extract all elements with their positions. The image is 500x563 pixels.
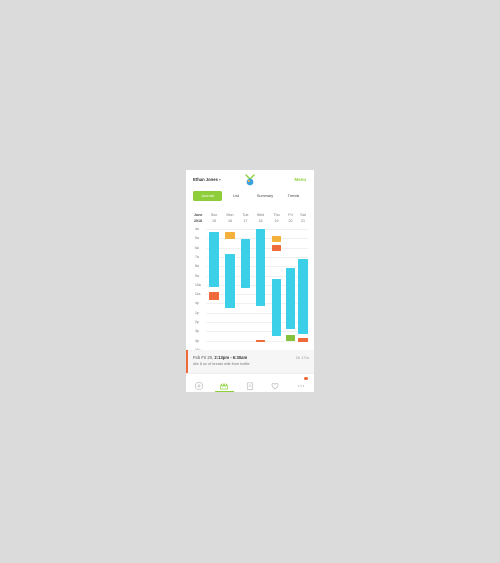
entry-description: Ate 8 oz of breast milk from bottle	[193, 362, 250, 366]
hour-label: 8a	[195, 264, 199, 269]
nav-add[interactable]	[194, 378, 204, 391]
day-number-label: 18	[258, 218, 263, 223]
view-tabs: Journal List Summary Trends	[193, 191, 307, 201]
add-icon	[194, 381, 204, 391]
sleep-bar[interactable]	[256, 229, 265, 306]
hour-label: 3p	[195, 329, 199, 334]
username-label: Ethan Jones	[193, 177, 218, 182]
hour-label: 4p	[195, 301, 199, 306]
bottom-navigation	[186, 373, 314, 392]
day-name-label: Tue	[242, 213, 249, 217]
hour-label: 1p	[195, 310, 199, 315]
activity-marker[interactable]	[298, 338, 308, 342]
activity-marker[interactable]	[256, 340, 265, 342]
notification-badge	[304, 376, 308, 380]
day-name-label: Mon	[226, 213, 234, 217]
tab-list[interactable]: List	[222, 191, 250, 201]
hour-label: 11a	[195, 292, 201, 297]
tab-journal[interactable]: Journal	[193, 191, 222, 201]
year-label: 2018	[194, 218, 202, 223]
hour-label: 9a	[195, 273, 199, 278]
chevron-down-icon: ▾	[218, 177, 221, 182]
nav-notebook[interactable]	[245, 378, 255, 390]
sleep-bar[interactable]	[286, 268, 295, 329]
sleep-bar[interactable]	[298, 259, 308, 334]
entry-title: Feb Fri 20, 2:13pm - 6:30am	[193, 355, 247, 360]
activity-marker[interactable]	[225, 232, 235, 239]
day-number-label: 21	[301, 218, 305, 223]
hour-label: 5a	[195, 236, 199, 241]
hour-label: 10a	[195, 282, 201, 287]
hour-label: 4a	[195, 227, 199, 231]
day-number-label: 16	[228, 218, 232, 223]
crown-icon	[220, 383, 228, 390]
activity-marker[interactable]	[272, 236, 281, 242]
app-header: Ethan Jones▾ Menu	[186, 170, 314, 190]
entry-duration: 2h 17m	[295, 355, 309, 360]
entry-date: Feb Fri 20,	[193, 355, 214, 360]
nav-heart[interactable]	[270, 378, 280, 390]
hour-label: 6a	[195, 245, 199, 250]
sleep-journal-chart: June 2018 Sun 15 Mon 16 Tue 17 Wed 18 Thu 19 Fri 20…	[186, 210, 314, 361]
day-name-label: Wed	[256, 213, 265, 217]
selected-entry[interactable]: Feb Fri 20, 2:13pm - 6:30am 2h 17m Ate 8…	[186, 350, 314, 373]
day-name-label: Thu	[273, 213, 280, 217]
activity-marker[interactable]	[209, 292, 219, 300]
app-logo-icon	[245, 174, 255, 186]
sleep-bar[interactable]	[241, 239, 250, 288]
profile-switcher[interactable]: Ethan Jones▾	[193, 177, 221, 182]
hour-gridline	[206, 331, 308, 332]
more-icon	[297, 385, 305, 387]
nav-crown[interactable]	[219, 378, 229, 390]
hour-label: 2p	[195, 320, 199, 324]
activity-marker[interactable]	[272, 245, 281, 251]
active-tab-indicator	[215, 391, 234, 392]
app-screen: Ethan Jones▾ Menu Journal List Summary Tren…	[186, 170, 314, 392]
month-label: June	[194, 213, 203, 217]
sleep-bar[interactable]	[209, 232, 219, 287]
notebook-icon	[246, 382, 254, 390]
day-name-label: Sun	[210, 213, 218, 217]
sleep-bar[interactable]	[225, 254, 235, 308]
day-name-label: Sat	[300, 213, 306, 217]
tab-summary[interactable]: Summary	[250, 191, 280, 201]
entry-time-range: 2:13pm - 6:30am	[214, 355, 248, 360]
heart-icon	[271, 382, 279, 390]
day-number-label: 15	[212, 218, 216, 223]
tab-trends[interactable]: Trends	[280, 191, 307, 201]
hour-label: 4p	[195, 338, 199, 343]
day-number-label: 17	[243, 218, 248, 223]
sleep-bar[interactable]	[272, 279, 281, 336]
day-number-label: 19	[274, 218, 279, 223]
hour-label: 7a	[195, 254, 199, 259]
menu-button[interactable]: Menu	[295, 177, 306, 182]
entry-accent-bar	[186, 350, 188, 373]
activity-marker[interactable]	[286, 335, 295, 341]
